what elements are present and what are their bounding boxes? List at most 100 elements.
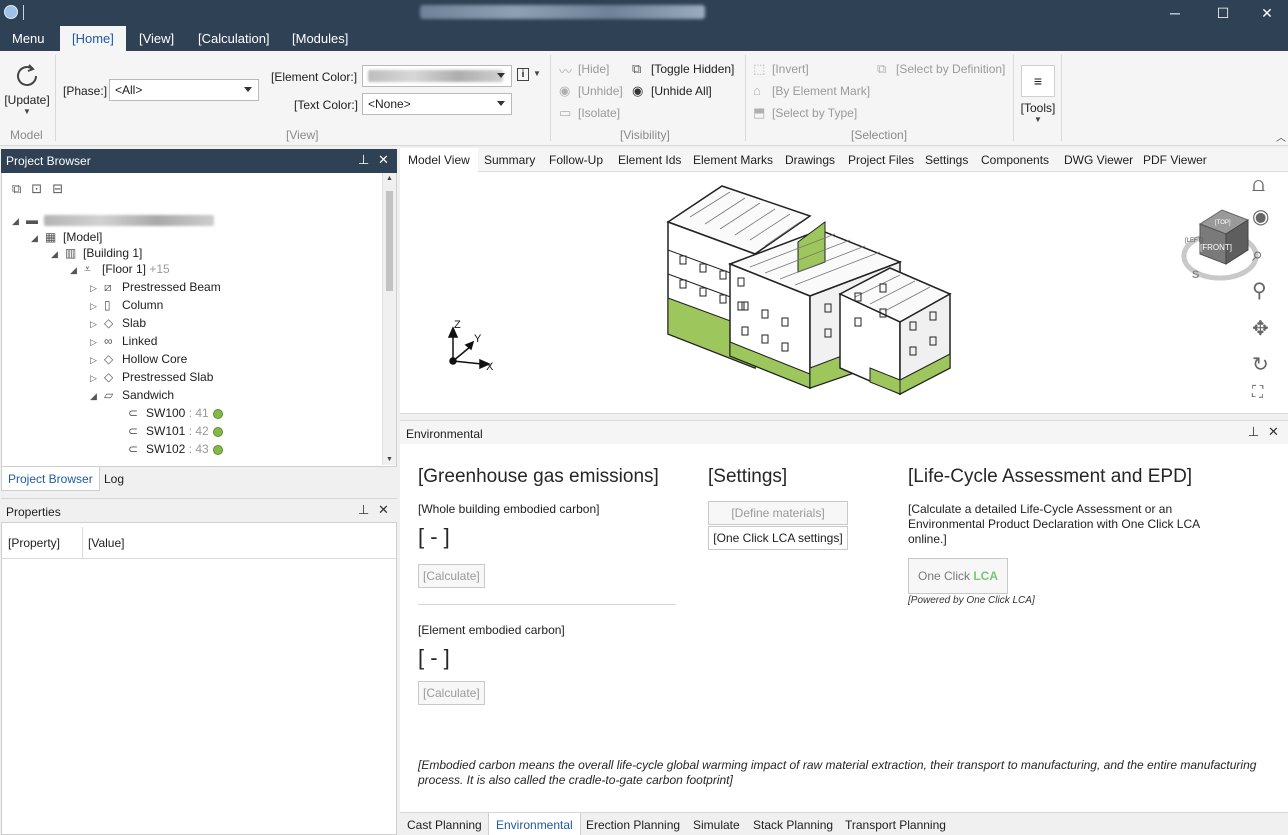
tab-drawings[interactable]: Drawings <box>777 148 843 172</box>
menu-button[interactable]: Menu <box>0 26 57 51</box>
value-column-header[interactable]: [Value] <box>88 536 124 550</box>
tab-cast-planning[interactable]: Cast Planning <box>400 813 489 835</box>
column-divider[interactable] <box>82 527 83 559</box>
maximize-button[interactable]: ☐ <box>1200 0 1246 26</box>
element-count: : 42 <box>188 424 209 438</box>
properties-grid: [Property] [Value] <box>1 522 397 835</box>
unhide-button[interactable]: [Unhide] <box>578 84 623 98</box>
one-click-lca-settings-button[interactable]: [One Click LCA settings] <box>708 526 848 550</box>
eye-icon: ◉ <box>632 83 644 98</box>
powered-by-label: [Powered by One Click LCA] <box>908 595 1035 606</box>
orbit-icon[interactable]: ◉ <box>1252 204 1269 229</box>
zoom-window-icon[interactable]: ⌕ <box>1252 244 1263 267</box>
tab-environmental[interactable]: Environmental <box>488 813 581 835</box>
ribbon-divider <box>550 55 551 141</box>
tab-project-browser[interactable]: Project Browser <box>1 467 100 491</box>
close-icon[interactable]: ✕ <box>1268 424 1279 440</box>
tree-floor[interactable]: ◢ ⩡ [Floor 1] +15 <box>70 260 170 278</box>
tab-view[interactable]: [View] <box>127 26 186 51</box>
zoom-icon[interactable]: ⚲ <box>1252 278 1267 303</box>
tree-element-sw102[interactable]: ⊂ SW102 : 43 <box>128 440 223 458</box>
tree-type-prestressed-slab[interactable]: ▷ ◇ Prestressed Slab <box>90 368 213 386</box>
scrollbar-thumb[interactable] <box>386 191 393 291</box>
calculate-element-button[interactable]: [Calculate] <box>418 681 485 705</box>
tab-stack-planning[interactable]: Stack Planning <box>746 813 840 835</box>
tab-element-marks[interactable]: Element Marks <box>685 148 781 172</box>
define-materials-button[interactable]: [Define materials] <box>708 501 848 525</box>
tab-project-files[interactable]: Project Files <box>840 148 922 172</box>
home-view-icon[interactable]: ⩍ <box>1252 174 1265 197</box>
hide-button[interactable]: [Hide] <box>578 62 609 76</box>
tree-type-column[interactable]: ▷ ▯ Column <box>90 296 163 314</box>
tree-root[interactable]: ◢ ▬ <box>12 211 214 229</box>
tab-erection-planning[interactable]: Erection Planning <box>579 813 687 835</box>
tab-log[interactable]: Log <box>98 467 130 491</box>
unhide-all-button[interactable]: [Unhide All] <box>651 84 712 98</box>
info-icon[interactable]: i <box>517 68 529 81</box>
element-color-value-redacted <box>368 70 503 82</box>
tree-type-hollow-core[interactable]: ▷ ◇ Hollow Core <box>90 350 187 368</box>
update-button[interactable]: [Update] ▼ <box>3 59 51 125</box>
collapse-all-icon[interactable]: ⧉ <box>12 181 21 196</box>
close-window-button[interactable]: ✕ <box>1244 0 1288 26</box>
building-model[interactable]: Z Y X [FRONT] [TOP] [LEFT] S <box>400 172 1288 414</box>
toggle-hidden-button[interactable]: [Toggle Hidden] <box>651 62 734 76</box>
tab-simulate[interactable]: Simulate <box>686 813 747 835</box>
collapsed-icon: ▷ <box>90 283 97 293</box>
select-by-type-button[interactable]: [Select by Type] <box>772 106 857 120</box>
tab-follow-up[interactable]: Follow-Up <box>541 148 611 172</box>
pan-icon[interactable]: ✥ <box>1252 316 1269 341</box>
axis-x-label: X <box>486 361 494 373</box>
status-dot-icon <box>212 408 223 419</box>
tab-model-view[interactable]: Model View <box>400 148 478 172</box>
rotate-icon[interactable]: ↻ <box>1252 352 1269 377</box>
tab-settings[interactable]: Settings <box>917 148 976 172</box>
tree-type-sandwich[interactable]: ◢ ▱ Sandwich <box>90 386 174 404</box>
scroll-down-icon[interactable]: ▼ <box>386 456 393 463</box>
expand-icon[interactable]: ⊡ <box>31 181 42 196</box>
one-click-lca-button[interactable]: One Click LCA <box>908 558 1008 594</box>
window-title-redacted <box>420 5 705 19</box>
chevron-down-icon[interactable]: ▼ <box>533 69 541 78</box>
element-color-select[interactable] <box>362 65 512 87</box>
tools-button[interactable]: ≡ [Tools] ▼ <box>1018 65 1058 129</box>
text-color-select[interactable]: <None> <box>362 93 512 115</box>
tab-transport-planning[interactable]: Transport Planning <box>838 813 953 835</box>
model-viewport[interactable]: Z Y X [FRONT] [TOP] [LEFT] S ⩍ ◉ ⌕ ⚲ ✥ ↻… <box>400 172 1288 414</box>
phase-select[interactable]: <All> <box>109 79 259 101</box>
close-icon[interactable]: ✕ <box>378 152 389 168</box>
tree-element-sw101[interactable]: ⊂ SW101 : 42 <box>128 422 223 440</box>
select-by-definition-button[interactable]: [Select by Definition] <box>896 62 1005 76</box>
tree-type-prestressed-beam[interactable]: ▷ ⧄ Prestressed Beam <box>90 278 221 296</box>
property-column-header[interactable]: [Property] <box>8 536 60 550</box>
tree-label: [Building 1] <box>83 246 143 260</box>
tab-pdf-viewer[interactable]: PDF Viewer <box>1135 148 1215 172</box>
tab-calculation[interactable]: [Calculation] <box>186 26 282 51</box>
tab-modules[interactable]: [Modules] <box>280 26 360 51</box>
settings-heading: [Settings] <box>708 466 788 487</box>
isolate-button[interactable]: [Isolate] <box>578 106 620 120</box>
tab-summary[interactable]: Summary <box>476 148 543 172</box>
close-icon[interactable]: ✕ <box>378 502 389 518</box>
pin-icon[interactable]: ⊥ <box>358 502 369 518</box>
tab-element-ids[interactable]: Element Ids <box>610 148 689 172</box>
pin-icon[interactable]: ⊥ <box>358 152 369 168</box>
fit-view-icon[interactable]: ⛶ <box>1252 384 1263 402</box>
tab-home[interactable]: [Home] <box>60 26 126 51</box>
tree-type-slab[interactable]: ▷ ◇ Slab <box>90 314 146 332</box>
tree-type-linked[interactable]: ▷ ∞ Linked <box>90 332 157 350</box>
calculate-whole-button[interactable]: [Calculate] <box>418 564 485 588</box>
minimize-button[interactable]: ─ <box>1152 0 1198 26</box>
by-element-mark-button[interactable]: [By Element Mark] <box>772 84 870 98</box>
view-tabs: Model View Summary Follow-Up Element Ids… <box>400 148 1288 172</box>
scroll-up-icon[interactable]: ▲ <box>386 175 393 182</box>
pin-icon[interactable]: ⊥ <box>1248 424 1259 440</box>
invert-button[interactable]: [Invert] <box>772 62 809 76</box>
view-cube[interactable]: [FRONT] [TOP] [LEFT] S <box>1181 209 1259 281</box>
collapse-ribbon-icon[interactable]: ︿ <box>1276 129 1286 144</box>
tree-scrollbar[interactable]: ▲ ▼ <box>382 173 396 465</box>
tab-components[interactable]: Components <box>973 148 1057 172</box>
list-icon[interactable]: ⊟ <box>52 181 63 196</box>
tree-element-sw100[interactable]: ⊂ SW100 : 41 <box>128 404 223 422</box>
tab-dwg-viewer[interactable]: DWG Viewer <box>1056 148 1141 172</box>
